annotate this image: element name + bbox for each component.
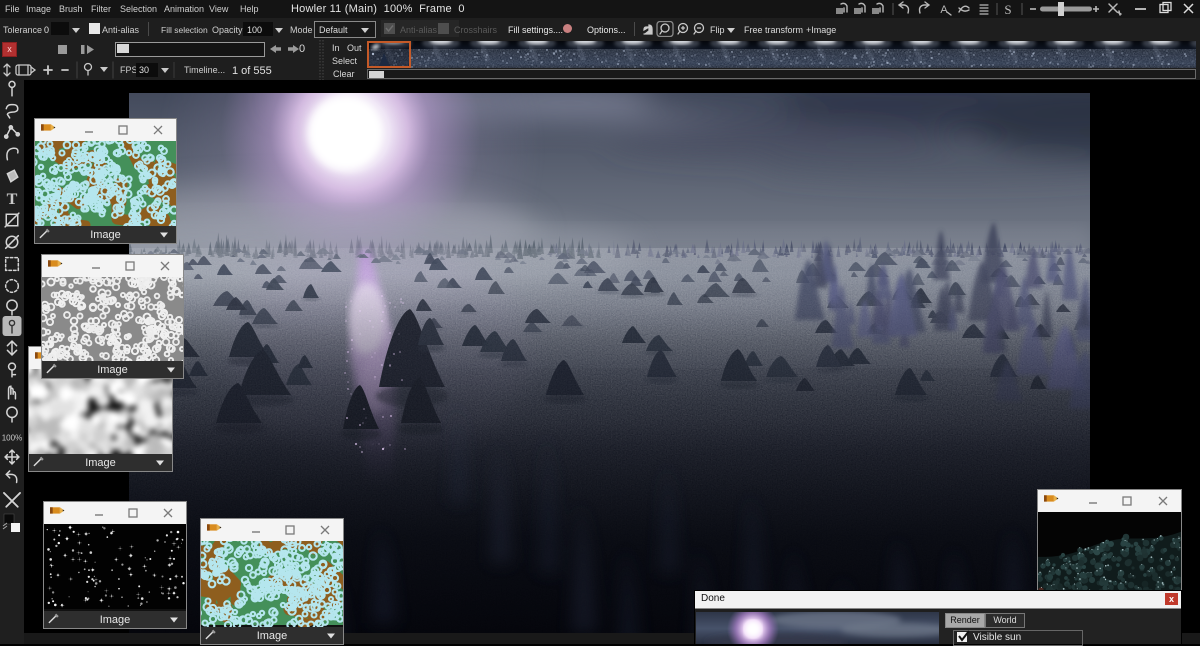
svg-text:30: 30 <box>139 65 149 75</box>
svg-text:T: T <box>7 191 18 208</box>
svg-text:1 of 555: 1 of 555 <box>232 65 272 77</box>
svg-text:Image: Image <box>257 630 288 642</box>
svg-text:S: S <box>1004 2 1011 17</box>
svg-text:Timeline...: Timeline... <box>184 65 225 75</box>
svg-text:Image: Image <box>97 364 128 376</box>
svg-text:Image: Image <box>100 614 131 626</box>
svg-text:100%: 100% <box>2 434 23 443</box>
svg-text:Image: Image <box>85 457 116 469</box>
svg-text:A: A <box>940 4 948 16</box>
svg-text:FPS: FPS <box>120 65 138 75</box>
svg-text:Image: Image <box>90 229 121 241</box>
